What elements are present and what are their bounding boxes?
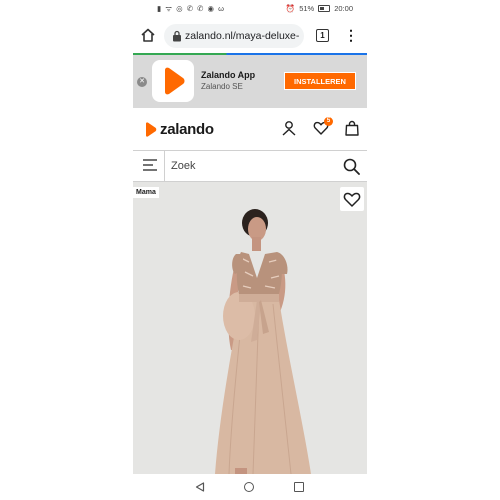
app-publisher: Zalando SE	[201, 82, 243, 91]
product-image[interactable]: Mama	[133, 182, 367, 474]
status-icons: ▮ ᯤ ◎ ✆ ✆ ◉ ω	[157, 4, 225, 13]
search-icon[interactable]	[343, 158, 360, 175]
brand-logo[interactable]: zalando	[144, 120, 214, 138]
search-bar	[133, 150, 367, 182]
tabs-icon[interactable]: 1	[316, 29, 329, 42]
zalando-logo-icon	[146, 121, 157, 137]
alarm-icon: ⏰	[285, 4, 296, 13]
home-circle-icon[interactable]	[244, 482, 254, 492]
address-bar[interactable]: zalando.nl/maya-deluxe-	[164, 24, 304, 48]
model-wearing-maxi-dress	[215, 209, 311, 474]
battery-percent: 51%	[299, 4, 315, 13]
browser-toolbar: zalando.nl/maya-deluxe- 1 ⋮	[133, 20, 367, 52]
heart-icon	[343, 192, 361, 207]
wishlist-count-badge: 5	[324, 117, 333, 126]
install-button[interactable]: INSTALLEREN	[284, 72, 356, 90]
system-nav-bar	[133, 474, 367, 500]
add-to-wishlist-button[interactable]	[340, 187, 364, 211]
search-input[interactable]	[171, 156, 331, 176]
close-icon[interactable]: ✕	[137, 77, 147, 87]
phone-screen: ▮ ᯤ ◎ ✆ ✆ ◉ ω ⏰ 51% 20:00 zalando.nl/may…	[133, 0, 367, 500]
site-header: zalando 5	[133, 108, 367, 150]
app-logo	[152, 60, 194, 102]
status-bar: ▮ ᯤ ◎ ✆ ✆ ◉ ω ⏰ 51% 20:00	[133, 0, 367, 18]
kebab-menu-icon[interactable]: ⋮	[344, 28, 358, 44]
recents-icon[interactable]	[294, 482, 304, 492]
zalando-play-icon	[165, 67, 185, 95]
url-text: zalando.nl/maya-deluxe-	[185, 30, 300, 42]
battery-icon	[318, 5, 331, 12]
user-icon[interactable]	[281, 120, 297, 136]
app-title: Zalando App	[201, 70, 256, 80]
status-right: ⏰ 51% 20:00	[286, 4, 353, 13]
lock-icon	[173, 31, 181, 42]
mama-badge: Mama	[133, 187, 159, 198]
app-install-banner: ✕ Zalando App Zalando SE INSTALLEREN	[133, 55, 367, 108]
bag-icon[interactable]	[344, 120, 360, 136]
home-icon[interactable]	[140, 27, 156, 43]
hamburger-menu-icon[interactable]	[143, 159, 157, 171]
status-time: 20:00	[334, 4, 353, 13]
menu-divider	[164, 151, 165, 181]
brand-name: zalando	[160, 120, 214, 138]
back-icon[interactable]	[195, 482, 205, 492]
